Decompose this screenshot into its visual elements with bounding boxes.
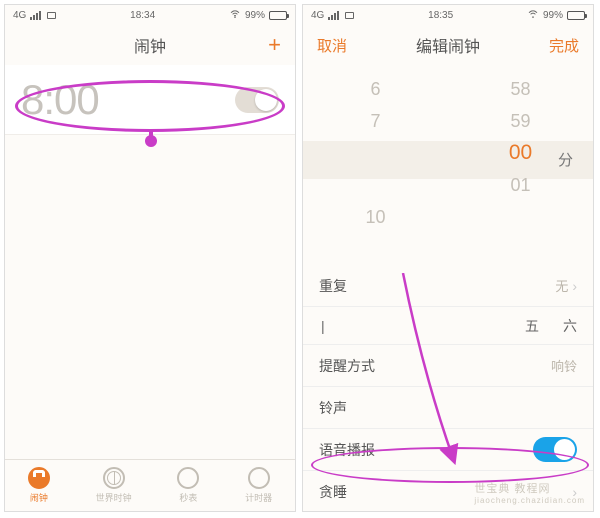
setting-label: 铃声 xyxy=(319,398,347,418)
tab-label: 闹钟 xyxy=(30,491,48,504)
battery-pct: 99% xyxy=(245,10,265,21)
wifi-icon xyxy=(528,10,538,20)
picker-val: 01 xyxy=(510,169,530,201)
watermark-text: 世宝典 教程网 jiaocheng.chazidian.com xyxy=(474,480,585,505)
minute-column[interactable]: 58 59 00 01 xyxy=(448,65,593,265)
page-title: 闹钟 xyxy=(59,33,241,57)
signal-icon xyxy=(30,11,41,20)
alarm-row[interactable]: 8:00 xyxy=(5,65,295,135)
page-title: 编辑闹钟 xyxy=(357,33,539,57)
hour-column[interactable]: 6 7 10 xyxy=(303,65,448,265)
status-bar: 4G 18:34 99% xyxy=(5,5,295,25)
tab-label: 世界时钟 xyxy=(96,491,132,504)
setting-label: 重复 xyxy=(319,276,347,296)
picker-val-selected: 00 xyxy=(509,137,532,169)
tab-label: 秒表 xyxy=(179,491,197,504)
timer-icon xyxy=(248,467,270,489)
add-alarm-button[interactable]: + xyxy=(241,34,281,56)
network-label: 4G xyxy=(311,10,324,21)
tabbar: 闹钟 世界时钟 秒表 计时器 xyxy=(5,459,295,511)
alarm-toggle-off[interactable] xyxy=(235,87,279,113)
battery-icon xyxy=(269,11,287,20)
day-fri[interactable]: 五 xyxy=(525,316,539,336)
clock-time: 18:35 xyxy=(428,10,453,21)
weekday-row[interactable]: | 五 六 xyxy=(303,307,593,345)
sim-icon xyxy=(47,12,56,19)
battery-pct: 99% xyxy=(543,10,563,21)
picker-val: 59 xyxy=(510,105,530,137)
sim-icon xyxy=(345,12,354,19)
ringtone-row[interactable]: 铃声 xyxy=(303,387,593,429)
navbar: 闹钟 + xyxy=(5,25,295,65)
alarm-time: 8:00 xyxy=(21,76,99,124)
network-label: 4G xyxy=(13,10,26,21)
tab-alarm[interactable]: 闹钟 xyxy=(28,467,50,504)
setting-value: 无 xyxy=(555,276,568,295)
globe-icon xyxy=(103,467,125,489)
wifi-icon xyxy=(230,10,240,20)
status-bar: 4G 18:35 99% xyxy=(303,5,593,25)
picker-val: 58 xyxy=(510,73,530,105)
battery-icon xyxy=(567,11,585,20)
alarm-list: 8:00 xyxy=(5,65,295,135)
voice-toggle-on[interactable] xyxy=(533,437,577,462)
picker-val: 10 xyxy=(365,201,385,233)
phone-right: 4G 18:35 99% 取消 编辑闹钟 完成 6 7 10 58 59 xyxy=(302,4,594,512)
voice-row: 语音播报 xyxy=(303,429,593,471)
day-sat[interactable]: 六 xyxy=(563,316,577,336)
tab-worldclock[interactable]: 世界时钟 xyxy=(96,467,132,504)
cancel-button[interactable]: 取消 xyxy=(317,35,357,56)
time-picker[interactable]: 6 7 10 58 59 00 01 分 xyxy=(303,65,593,265)
chevron-right-icon: › xyxy=(572,278,577,294)
phone-left: 4G 18:34 99% 闹钟 + 8:00 闹钟 xyxy=(4,4,296,512)
picker-val: 6 xyxy=(370,73,380,105)
repeat-row[interactable]: 重复 无 › xyxy=(303,265,593,307)
remind-row[interactable]: 提醒方式 响铃 xyxy=(303,345,593,387)
done-button[interactable]: 完成 xyxy=(539,35,579,56)
navbar: 取消 编辑闹钟 完成 xyxy=(303,25,593,65)
alarm-icon xyxy=(28,467,50,489)
setting-label: 语音播报 xyxy=(319,440,375,460)
tab-timer[interactable]: 计时器 xyxy=(245,467,272,504)
clock-time: 18:34 xyxy=(130,10,155,21)
setting-label: 提醒方式 xyxy=(319,356,375,376)
day-indicator: | xyxy=(321,318,325,334)
tab-stopwatch[interactable]: 秒表 xyxy=(177,467,199,504)
setting-value: 响铃 xyxy=(551,356,577,375)
picker-val: 7 xyxy=(370,105,380,137)
setting-label: 贪睡 xyxy=(319,482,347,502)
stopwatch-icon xyxy=(177,467,199,489)
settings-list: 重复 无 › | 五 六 提醒方式 响铃 铃声 语音播报 贪睡 › 标签 xyxy=(303,265,593,512)
signal-icon xyxy=(328,11,339,20)
annotation-dot xyxy=(145,135,157,147)
tab-label: 计时器 xyxy=(245,491,272,504)
